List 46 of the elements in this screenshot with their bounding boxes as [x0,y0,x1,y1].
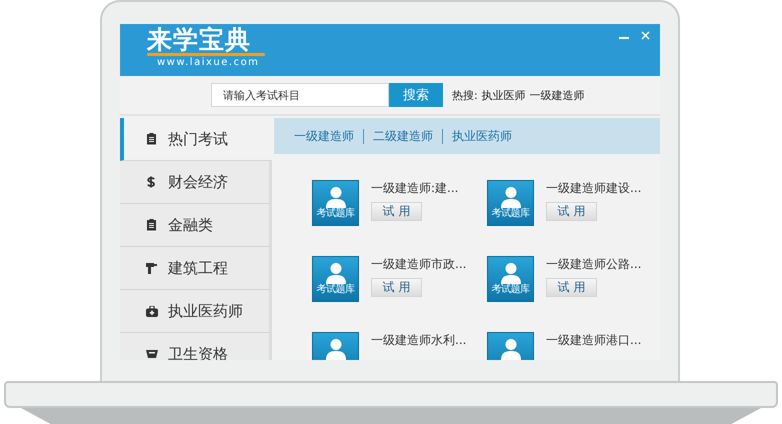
exam-tile[interactable]: 考试题库 [312,256,359,302]
hot-search-link[interactable]: 一级建造师 [530,88,585,102]
exam-title: 一级建造师港口... [546,332,642,348]
person-icon [324,262,346,284]
try-button[interactable]: 试 用 [371,202,422,221]
clipboard-icon [146,219,158,231]
person-icon [500,186,522,208]
tile-caption: 考试题库 [492,284,530,296]
close-icon[interactable] [641,31,650,40]
category-link[interactable]: 执业医药师 [452,128,512,144]
exam-title: 一级建造师市政... [371,256,466,272]
medical-kit-icon [146,306,158,316]
try-button[interactable]: 试 用 [371,278,422,297]
try-button[interactable]: 试 用 [546,278,597,297]
exam-tile[interactable]: 考试题库 [487,180,534,226]
tile-caption: 考试题库 [492,208,530,220]
logo-url: www.laixue.com [157,56,260,69]
hammer-icon [146,262,158,274]
sidebar-item[interactable]: 执业医药师 [120,290,272,333]
person-icon [324,338,346,360]
hot-search-label: 热搜: [452,88,478,102]
exam-title: 一级建造师水利... [371,332,466,348]
logo-text: 来学宝典 [147,26,251,53]
category-link[interactable]: 二级建造师 [373,128,433,144]
tray-icon [146,349,158,359]
category-link[interactable]: 一级建造师 [294,128,354,144]
tile-caption: 考试题库 [316,284,354,296]
clipboard-icon [146,133,158,145]
person-icon [324,186,346,208]
sidebar-item[interactable]: 建筑工程 [120,247,272,290]
exam-title: 一级建造师公路... [546,256,642,272]
exam-tile[interactable]: 考试题库 [312,180,359,226]
search-button[interactable]: 搜索 [389,83,443,107]
exam-title: 一级建造师:建... [371,180,458,196]
search-field[interactable]: 请输入考试科目 [211,83,389,107]
exam-title: 一级建造师建设... [546,180,642,196]
sidebar-item[interactable]: 金融类 [120,204,272,247]
person-icon [500,262,522,284]
dollar-icon [146,176,158,188]
sidebar-item[interactable]: 热门考试 [120,118,272,161]
try-button[interactable]: 试 用 [546,202,597,221]
exam-tile[interactable]: 考试题库 [487,256,534,302]
hot-search-link[interactable]: 执业医师 [482,88,526,102]
person-icon [500,338,522,360]
tile-caption: 考试题库 [316,208,354,220]
sidebar-item[interactable]: 财会经济 [120,161,272,204]
